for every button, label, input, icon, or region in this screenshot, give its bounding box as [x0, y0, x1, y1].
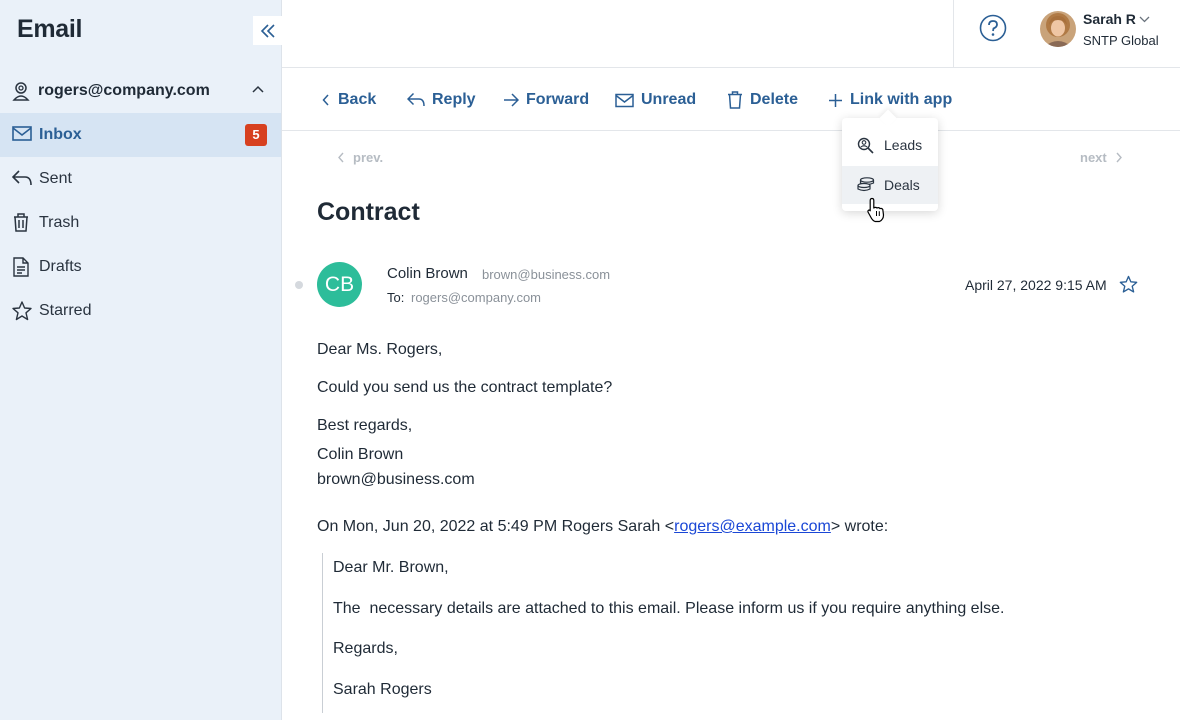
sidebar-item-label: Trash: [39, 214, 80, 231]
unread-count-badge: 5: [245, 124, 267, 146]
account-selector[interactable]: rogers@company.com: [0, 74, 281, 108]
quoted-sender-email-link[interactable]: rogers@example.com: [674, 518, 831, 535]
account-email: rogers@company.com: [38, 82, 210, 99]
leads-icon: [857, 137, 874, 154]
star-icon: [1119, 275, 1138, 293]
body-line: Best regards,: [317, 417, 413, 434]
sender-name: Colin Brown: [387, 265, 468, 282]
star-icon: [12, 301, 32, 321]
chevron-left-icon: [338, 152, 344, 163]
message-toolbar: Back Reply Forward Unread Delete Link wi…: [282, 68, 1180, 131]
link-with-app-button[interactable]: Link with app: [828, 88, 952, 112]
sidebar-item-starred[interactable]: Starred: [0, 289, 281, 333]
prev-message-link[interactable]: prev.: [337, 150, 383, 165]
quoted-line: Dear Mr. Brown,: [333, 559, 449, 576]
forward-icon: [504, 93, 519, 107]
user-organization: SNTP Global: [1083, 33, 1159, 48]
reply-icon: [407, 92, 425, 107]
link-with-app-label: Link with app: [850, 91, 953, 108]
sender-email: brown@business.com: [482, 267, 611, 282]
quote-intro: On Mon, Jun 20, 2022 at 5:49 PM Rogers S…: [317, 518, 888, 536]
reply-button[interactable]: Reply: [407, 88, 476, 112]
sidebar-item-drafts[interactable]: Drafts: [0, 245, 281, 289]
sidebar-item-trash[interactable]: Trash: [0, 201, 281, 245]
help-button[interactable]: [979, 14, 1007, 42]
forward-label: Forward: [526, 91, 590, 108]
chevron-right-icon: [1116, 152, 1122, 163]
sidebar-item-label: Starred: [39, 302, 92, 319]
back-label: Back: [338, 91, 377, 108]
sidebar-item-inbox[interactable]: Inbox 5: [0, 113, 281, 157]
back-button[interactable]: Back: [322, 88, 376, 112]
forward-button[interactable]: Forward: [503, 88, 589, 112]
quote-intro-text: On Mon, Jun 20, 2022 at 5:49 PM Rogers S…: [317, 518, 675, 535]
drafts-icon: [13, 257, 29, 277]
quoted-line: Regards,: [333, 640, 398, 657]
sender-avatar: CB: [317, 262, 362, 307]
quoted-line: The necessary details are attached to th…: [333, 600, 1005, 617]
unread-label: Unread: [641, 91, 697, 108]
help-icon: [979, 14, 1007, 42]
sidebar-item-label: Drafts: [39, 258, 82, 275]
plus-icon: [829, 93, 842, 107]
collapse-sidebar-button[interactable]: [253, 16, 282, 45]
link-with-app-menu: Leads Deals: [842, 109, 938, 211]
pointer-cursor-icon: [867, 197, 885, 223]
reply-label: Reply: [432, 91, 476, 108]
message-date: April 27, 2022 9:15 AM: [965, 277, 1107, 293]
sidebar-item-label: Sent: [39, 170, 72, 187]
deals-icon: [857, 177, 875, 192]
menu-item-label: Deals: [884, 177, 920, 193]
sidebar-item-label: Inbox: [39, 126, 82, 143]
trash-icon: [14, 213, 28, 232]
prev-label: prev.: [353, 150, 384, 165]
menu-item-leads[interactable]: Leads: [842, 126, 938, 164]
quote-border: [322, 553, 323, 713]
delete-icon: [728, 91, 742, 109]
next-message-link[interactable]: next: [1080, 150, 1123, 165]
read-status-dot: [295, 281, 303, 289]
chevron-up-icon: [252, 85, 264, 93]
unread-icon: [615, 93, 634, 107]
sidebar-item-sent[interactable]: Sent: [0, 157, 281, 201]
quote-intro-suffix: > wrote:: [830, 518, 889, 535]
body-line: brown@business.com: [317, 471, 475, 488]
sent-icon: [12, 170, 32, 186]
collapse-icon: [260, 23, 275, 38]
sidebar: Email rogers@company.com Inbox 5 Sent Tr…: [0, 0, 282, 720]
delete-button[interactable]: Delete: [727, 88, 798, 112]
recipient-label: To:: [387, 290, 405, 305]
body-line: Dear Ms. Rogers,: [317, 341, 443, 358]
quoted-line: Sarah Rogers: [333, 681, 432, 698]
app-title: Email: [17, 15, 83, 43]
back-icon: [322, 94, 329, 106]
top-header: Sarah R SNTP Global: [282, 0, 1180, 68]
user-name: Sarah R: [1083, 11, 1136, 27]
delete-label: Delete: [750, 91, 799, 108]
message-subject: Contract: [317, 198, 420, 226]
header-divider: [953, 0, 954, 68]
avatar: [1040, 11, 1076, 47]
menu-item-deals[interactable]: Deals: [842, 166, 938, 204]
body-line: Colin Brown: [317, 446, 404, 463]
chevron-down-icon: [1139, 16, 1150, 23]
star-message-button[interactable]: [1119, 275, 1138, 299]
mark-unread-button[interactable]: Unread: [615, 88, 696, 112]
inbox-icon: [12, 126, 32, 141]
next-label: next: [1080, 150, 1107, 165]
user-menu[interactable]: Sarah R SNTP Global: [1040, 10, 1180, 50]
menu-item-label: Leads: [884, 137, 923, 153]
account-icon: [12, 82, 30, 101]
recipient-email: rogers@company.com: [411, 290, 541, 305]
body-line: Could you send us the contract template?: [317, 379, 613, 396]
